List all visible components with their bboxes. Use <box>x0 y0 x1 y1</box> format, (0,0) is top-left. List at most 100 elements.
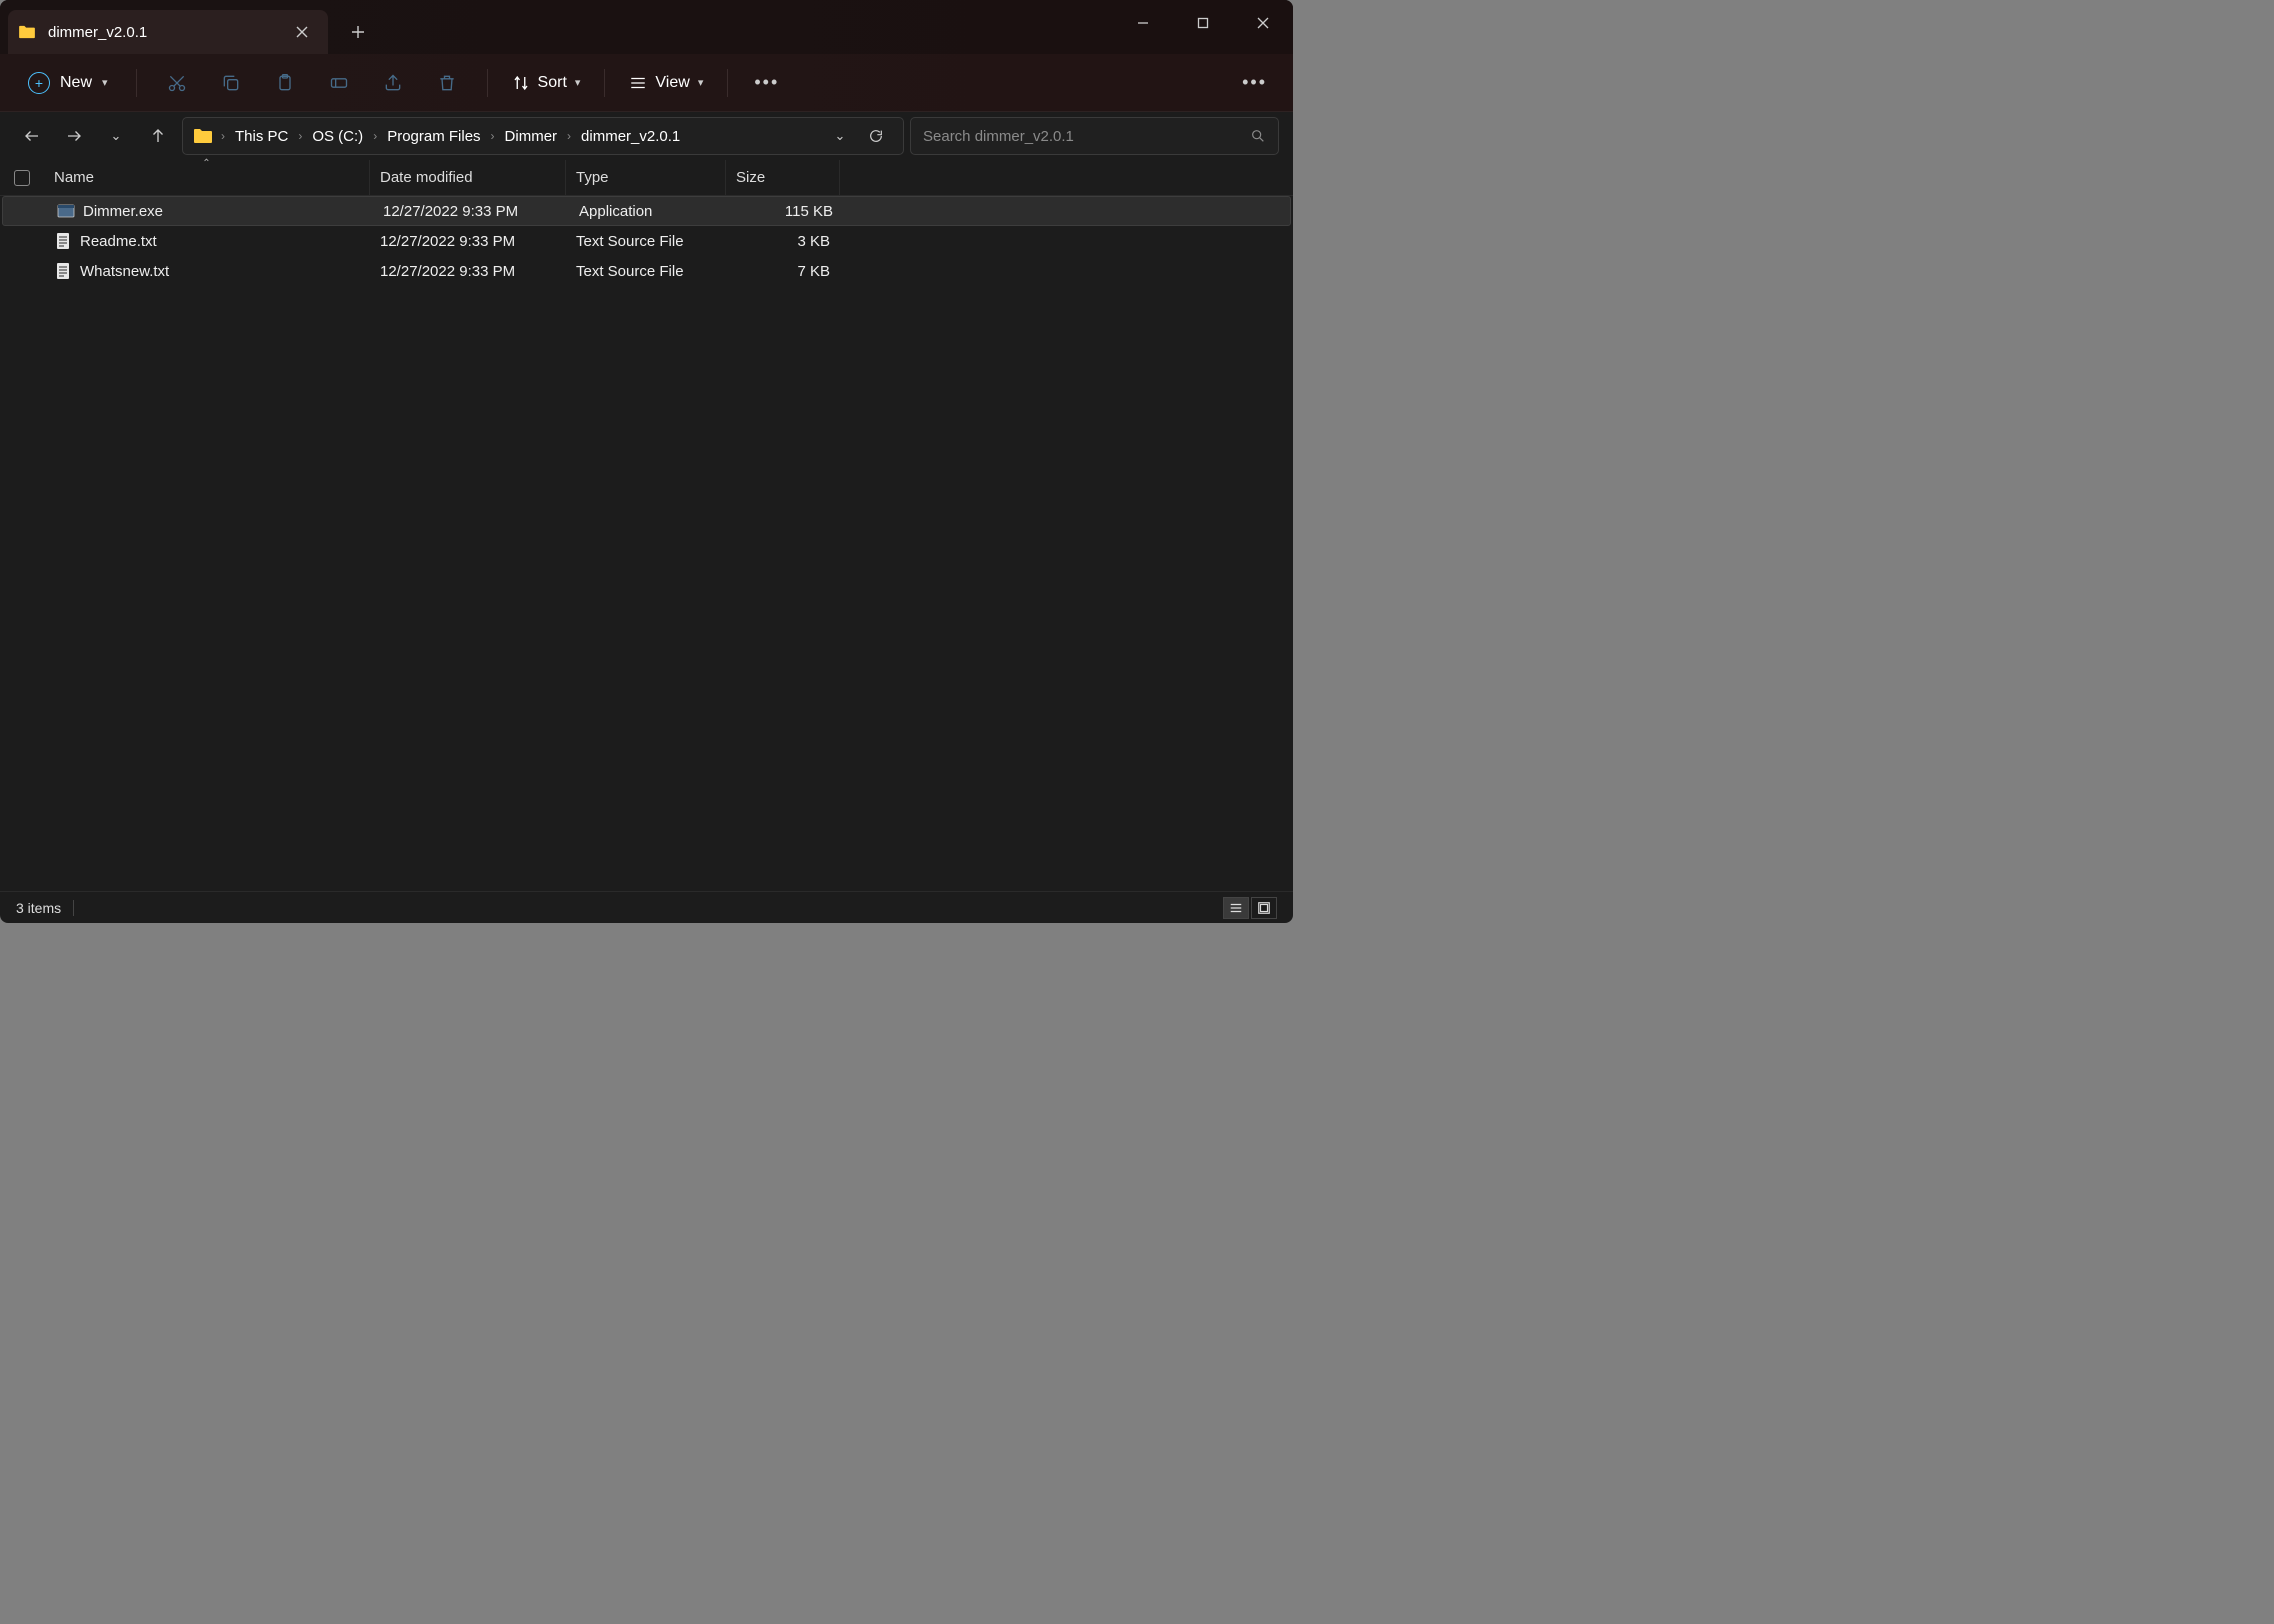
search-icon <box>1250 128 1266 144</box>
address-history-button[interactable]: ⌄ <box>823 121 857 151</box>
rename-icon <box>329 73 349 93</box>
divider <box>136 69 137 97</box>
view-icon <box>629 74 647 92</box>
file-date: 12/27/2022 9:33 PM <box>370 233 566 250</box>
file-row[interactable]: Readme.txt 12/27/2022 9:33 PMText Source … <box>0 226 1293 256</box>
file-type: Application <box>569 203 729 220</box>
view-toggles <box>1223 897 1277 919</box>
breadcrumb-item[interactable]: Program Files <box>381 124 486 149</box>
breadcrumb-separator: › <box>565 129 573 143</box>
refresh-icon <box>868 128 884 144</box>
copy-button[interactable] <box>207 63 255 103</box>
chevron-down-icon: ⌄ <box>111 128 122 144</box>
toolbar: + New ▾ Sort ▾ View <box>0 54 1293 112</box>
view-button[interactable]: View ▾ <box>621 68 711 98</box>
new-tab-button[interactable] <box>336 10 380 54</box>
arrow-left-icon <box>23 127 41 145</box>
back-button[interactable] <box>14 118 50 154</box>
more-toolbar-button[interactable]: ••• <box>744 72 789 93</box>
tab-title: dimmer_v2.0.1 <box>48 24 278 41</box>
arrow-up-icon <box>149 127 167 145</box>
close-icon <box>296 26 308 38</box>
up-button[interactable] <box>140 118 176 154</box>
file-row[interactable]: Dimmer.exe 12/27/2022 9:33 PMApplication1… <box>2 196 1291 226</box>
column-headers: ⌃ Name Date modified Type Size <box>0 160 1293 196</box>
maximize-button[interactable] <box>1173 0 1233 46</box>
sort-icon <box>512 74 530 92</box>
thumbnails-view-toggle[interactable] <box>1251 897 1277 919</box>
minimize-button[interactable] <box>1114 0 1173 46</box>
cut-button[interactable] <box>153 63 201 103</box>
file-size: 7 KB <box>726 263 840 280</box>
delete-button[interactable] <box>423 63 471 103</box>
file-name: Dimmer.exe <box>83 203 163 220</box>
rename-button[interactable] <box>315 63 363 103</box>
breadcrumb-item[interactable]: This PC <box>229 124 294 149</box>
breadcrumb-item[interactable]: Dimmer <box>499 124 564 149</box>
sort-label: Sort <box>538 74 567 92</box>
grid-icon <box>1257 901 1271 915</box>
share-button[interactable] <box>369 63 417 103</box>
tab-close-button[interactable] <box>290 20 314 44</box>
breadcrumb-separator: › <box>219 129 227 143</box>
divider <box>487 69 488 97</box>
breadcrumb-separator: › <box>489 129 497 143</box>
file-rows: Dimmer.exe12/27/2022 9:33 PMApplication1… <box>0 196 1293 286</box>
chevron-down-icon: ▾ <box>102 76 108 89</box>
search-box[interactable] <box>910 117 1279 155</box>
close-window-button[interactable] <box>1233 0 1293 46</box>
more-right-button[interactable]: ••• <box>1232 72 1277 93</box>
new-button[interactable]: + New ▾ <box>16 66 120 100</box>
tabs-area: dimmer_v2.0.1 <box>0 0 1114 54</box>
folder-icon <box>193 128 213 144</box>
status-bar: 3 items <box>0 891 1293 923</box>
new-label: New <box>60 74 92 92</box>
forward-button[interactable] <box>56 118 92 154</box>
details-view-toggle[interactable] <box>1223 897 1249 919</box>
search-input[interactable] <box>923 128 1250 145</box>
file-type: Text Source File <box>566 233 726 250</box>
trash-icon <box>437 73 457 93</box>
file-name: Whatsnew.txt <box>80 263 169 280</box>
file-date: 12/27/2022 9:33 PM <box>373 203 569 220</box>
column-header-size[interactable]: Size <box>726 160 840 195</box>
address-bar[interactable]: › This PC › OS (C:) › Program Files › Di… <box>182 117 904 155</box>
divider <box>604 69 605 97</box>
file-explorer-window: dimmer_v2.0.1 + New ▾ <box>0 0 1293 923</box>
column-header-date[interactable]: Date modified <box>370 160 566 195</box>
file-size: 3 KB <box>726 233 840 250</box>
list-icon <box>1229 901 1243 915</box>
breadcrumb-separator: › <box>371 129 379 143</box>
paste-button[interactable] <box>261 63 309 103</box>
tab-active[interactable]: dimmer_v2.0.1 <box>8 10 328 54</box>
view-label: View <box>655 74 689 92</box>
maximize-icon <box>1197 17 1209 29</box>
scissors-icon <box>167 73 187 93</box>
file-list: ⌃ Name Date modified Type Size Dimmer.ex… <box>0 160 1293 891</box>
file-size: 115 KB <box>729 203 843 220</box>
chevron-down-icon: ▾ <box>698 76 704 89</box>
file-name: Readme.txt <box>80 233 157 250</box>
clipboard-icon <box>275 73 295 93</box>
minimize-icon <box>1137 17 1149 29</box>
breadcrumb-item[interactable]: OS (C:) <box>306 124 369 149</box>
navbar: ⌄ › This PC › OS (C:) › Program Files › … <box>0 112 1293 160</box>
file-row[interactable]: Whatsnew.txt 12/27/2022 9:33 PMText Sourc… <box>0 256 1293 286</box>
chevron-down-icon: ▾ <box>575 76 581 89</box>
arrow-right-icon <box>65 127 83 145</box>
refresh-button[interactable] <box>859 121 893 151</box>
sort-indicator-icon: ⌃ <box>202 158 210 169</box>
column-header-name[interactable]: ⌃ Name <box>44 160 370 195</box>
select-all-checkbox[interactable] <box>0 160 44 195</box>
divider <box>727 69 728 97</box>
plus-icon <box>351 25 365 39</box>
sort-button[interactable]: Sort ▾ <box>504 68 589 98</box>
file-type: Text Source File <box>566 263 726 280</box>
column-header-type[interactable]: Type <box>566 160 726 195</box>
file-date: 12/27/2022 9:33 PM <box>370 263 566 280</box>
folder-icon <box>18 25 36 39</box>
breadcrumb-item[interactable]: dimmer_v2.0.1 <box>575 124 686 149</box>
share-icon <box>383 73 403 93</box>
recent-button[interactable]: ⌄ <box>98 118 134 154</box>
copy-icon <box>221 73 241 93</box>
